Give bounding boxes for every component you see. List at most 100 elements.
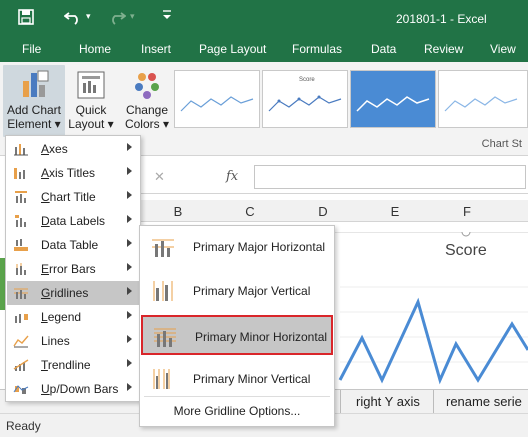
data-labels-icon <box>13 214 29 228</box>
menu-item-label: Data Labels <box>41 214 106 228</box>
quick-layout-label-2: Layout ▾ <box>68 117 114 131</box>
add-chart-element-label-1: Add Chart <box>6 103 62 117</box>
submenu-item-primary-minor-horizontal[interactable]: Primary Minor Horizontal <box>141 315 333 355</box>
insert-function-icon[interactable]: fx <box>226 169 238 184</box>
formula-input[interactable] <box>254 165 526 189</box>
more-gridline-options-link[interactable]: More Gridline Options... <box>140 404 334 418</box>
menu-item-axis-titles[interactable]: Axis Titles <box>7 161 140 185</box>
submenu-item-primary-major-vertical[interactable]: Primary Major Vertical <box>141 271 333 311</box>
chart-style-1[interactable] <box>174 70 260 128</box>
menu-item-data-table[interactable]: Data Table <box>7 233 140 257</box>
redo-icon[interactable] <box>108 9 127 30</box>
menu-item-label: Axes <box>41 142 68 156</box>
minor-horizontal-gridlines-icon <box>153 326 177 348</box>
menu-item-label: Legend <box>41 310 82 324</box>
major-vertical-gridlines-icon <box>151 280 175 302</box>
chart-style-2[interactable]: Score <box>262 70 348 128</box>
chart-style-4[interactable] <box>438 70 528 128</box>
lines-icon <box>13 334 29 348</box>
sheet-tab-divider <box>340 390 341 414</box>
add-chart-element-label-2: Element ▾ <box>7 117 61 131</box>
tab-review[interactable]: Review <box>424 42 463 56</box>
cancel-icon[interactable]: ✕ <box>154 169 165 185</box>
menu-item-label: Chart Title <box>41 190 96 204</box>
column-header-b[interactable]: B <box>168 204 188 219</box>
add-chart-element-icon <box>19 69 49 101</box>
menu-item-lines[interactable]: Lines <box>7 329 140 353</box>
error-bars-icon <box>13 262 29 276</box>
quick-layout-label-1: Quick <box>75 103 107 117</box>
menu-item-label: Gridlines <box>41 286 89 300</box>
menu-item-up-down-bars[interactable]: Up/Down Bars <box>7 377 140 401</box>
minor-vertical-gridlines-icon <box>151 368 175 390</box>
add-chart-element-button[interactable]: Add Chart Element ▾ <box>3 65 65 137</box>
menu-item-error-bars[interactable]: Error Bars <box>7 257 140 281</box>
tab-insert[interactable]: Insert <box>141 42 171 56</box>
column-header-e[interactable]: E <box>385 204 405 219</box>
tab-data[interactable]: Data <box>371 42 396 56</box>
submenu-arrow-icon <box>127 167 132 175</box>
chart-resize-handle <box>461 232 471 237</box>
menu-item-data-labels[interactable]: Data Labels <box>7 209 140 233</box>
menu-item-trendline[interactable]: Trendline <box>7 353 140 377</box>
gridlines-icon <box>13 286 29 300</box>
change-colors-label-1: Change <box>125 103 169 117</box>
submenu-item-label: Primary Minor Horizontal <box>195 330 328 344</box>
submenu-arrow-icon <box>127 215 132 223</box>
submenu-item-primary-major-horizontal[interactable]: Primary Major Horizontal <box>141 227 333 267</box>
up-down-bars-icon <box>13 382 29 396</box>
submenu-item-primary-minor-vertical[interactable]: Primary Minor Vertical <box>141 359 333 399</box>
submenu-arrow-icon <box>127 239 132 247</box>
chart-title-icon <box>13 190 29 204</box>
column-headers: B C D E F <box>140 200 528 222</box>
chart-title[interactable]: Score <box>445 242 487 260</box>
chart-series-line <box>338 297 528 385</box>
submenu-item-label: Primary Minor Vertical <box>193 372 311 386</box>
sheet-tab-right-y-axis[interactable]: right Y axis <box>356 394 420 409</box>
submenu-arrow-icon <box>127 191 132 199</box>
chart-style-3[interactable] <box>350 70 436 128</box>
quick-layout-icon <box>76 69 106 101</box>
submenu-item-label: Primary Major Vertical <box>193 284 311 298</box>
change-colors-button[interactable]: Change Colors ▾ <box>122 65 172 131</box>
quick-layout-button[interactable]: Quick Layout ▾ <box>68 65 114 131</box>
sheet-tab-divider <box>433 390 434 414</box>
undo-icon[interactable] <box>63 9 82 30</box>
menu-item-axes[interactable]: Axes <box>7 137 140 161</box>
axis-titles-icon <box>13 166 29 180</box>
menu-item-chart-title[interactable]: Chart Title <box>7 185 140 209</box>
window-title: 201801-1 - Excel <box>396 12 487 26</box>
sheet-tab-rename-serie[interactable]: rename serie <box>446 394 522 409</box>
menu-item-legend[interactable]: Legend <box>7 305 140 329</box>
gridlines-submenu: Primary Major Horizontal Primary Major V… <box>139 225 335 427</box>
column-header-d[interactable]: D <box>313 204 333 219</box>
status-text: Ready <box>6 419 41 433</box>
title-bar: ▾ ▾ 201801-1 - Excel <box>0 0 528 38</box>
submenu-arrow-icon <box>127 287 132 295</box>
submenu-arrow-icon <box>127 263 132 271</box>
save-icon[interactable] <box>18 9 34 30</box>
undo-dropdown-icon[interactable]: ▾ <box>86 11 91 22</box>
data-table-icon <box>13 238 29 252</box>
menu-item-gridlines[interactable]: Gridlines <box>7 281 140 305</box>
tab-view[interactable]: View <box>490 42 516 56</box>
tab-file[interactable]: File <box>22 42 41 56</box>
chart-style-2-title: Score <box>299 77 315 83</box>
submenu-separator <box>144 396 330 397</box>
chart-styles-group-label: Chart St <box>481 138 522 150</box>
tab-formulas[interactable]: Formulas <box>292 42 342 56</box>
column-header-c[interactable]: C <box>240 204 260 219</box>
column-header-f[interactable]: F <box>457 204 477 219</box>
tab-home[interactable]: Home <box>79 42 111 56</box>
tab-page-layout[interactable]: Page Layout <box>199 42 266 56</box>
submenu-arrow-icon <box>127 335 132 343</box>
menu-item-label: Axis Titles <box>41 166 96 180</box>
redo-dropdown-icon[interactable]: ▾ <box>130 11 135 22</box>
change-colors-label-2: Colors ▾ <box>124 117 170 131</box>
menu-item-label: Data Table <box>41 238 99 252</box>
submenu-arrow-icon <box>127 383 132 391</box>
change-colors-icon <box>132 69 162 101</box>
submenu-arrow-icon <box>127 311 132 319</box>
menu-item-label: Lines <box>41 334 70 348</box>
customize-qat-icon[interactable] <box>162 8 172 27</box>
